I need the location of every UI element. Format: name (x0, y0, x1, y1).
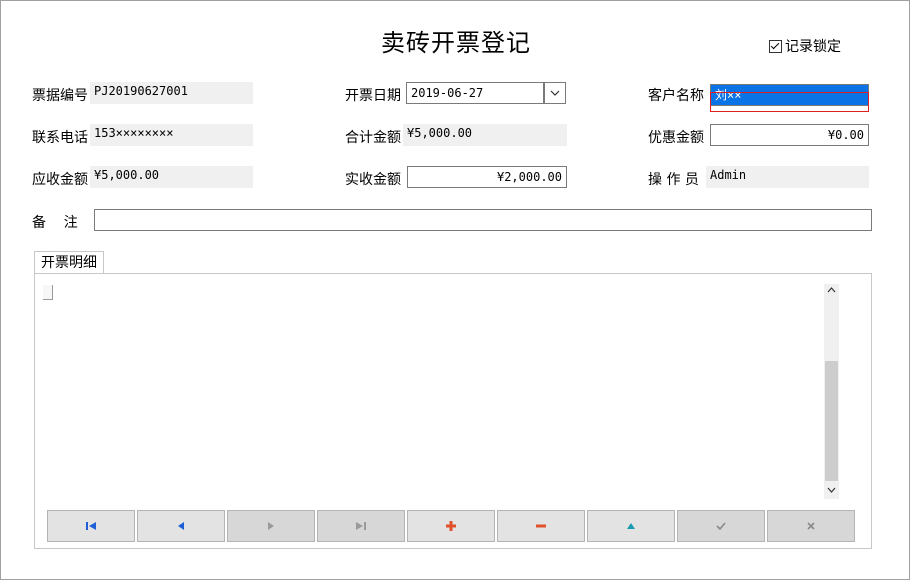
chevron-down-icon (550, 90, 560, 96)
total-amount-field[interactable]: ¥5,000.00 (403, 124, 567, 146)
row-indicator[interactable] (43, 285, 53, 300)
customer-value: 刘×× (715, 88, 742, 102)
edit-record-button[interactable] (587, 510, 675, 542)
last-record-button[interactable] (317, 510, 405, 542)
scroll-thumb[interactable] (825, 361, 838, 481)
date-dropdown-button[interactable] (544, 82, 566, 104)
received-input[interactable]: ¥2,000.00 (407, 166, 567, 188)
vertical-scrollbar[interactable] (824, 284, 839, 499)
details-panel (34, 273, 872, 549)
customer-input[interactable]: 刘×× (710, 84, 869, 106)
remark-input[interactable] (94, 209, 872, 231)
phone-label: 联系电话 (32, 130, 88, 146)
record-navigator (47, 510, 855, 544)
insert-record-button[interactable] (407, 510, 495, 542)
next-record-icon (268, 522, 274, 530)
cancel-record-button[interactable] (767, 510, 855, 542)
cancel-x-icon (807, 522, 815, 530)
post-record-button[interactable] (677, 510, 765, 542)
delete-record-button[interactable] (497, 510, 585, 542)
minus-icon (536, 524, 546, 528)
received-label: 实收金额 (345, 172, 401, 188)
bill-date-label: 开票日期 (345, 88, 401, 104)
tab-bill-details[interactable]: 开票明细 (34, 251, 104, 274)
operator-label: 操 作 员 (648, 172, 699, 188)
remark-label: 备 注 (32, 215, 78, 231)
scroll-down-icon[interactable] (824, 484, 839, 499)
customer-label: 客户名称 (648, 88, 704, 104)
window-frame: 卖砖开票登记 记录锁定 票据编号 PJ20190627001 开票日期 2019… (0, 0, 910, 580)
checkbox-box[interactable] (769, 39, 782, 53)
record-lock-label: 记录锁定 (785, 39, 841, 55)
receivable-label: 应收金额 (32, 172, 88, 188)
plus-icon (446, 521, 456, 531)
prior-record-icon (178, 522, 184, 530)
discount-label: 优惠金额 (648, 130, 704, 146)
scroll-up-icon[interactable] (824, 284, 839, 299)
bill-no-label: 票据编号 (32, 88, 88, 104)
receivable-field[interactable]: ¥5,000.00 (90, 166, 253, 188)
first-record-button[interactable] (47, 510, 135, 542)
record-lock-checkbox[interactable]: 记录锁定 (769, 36, 841, 56)
prior-record-button[interactable] (137, 510, 225, 542)
bill-no-field[interactable]: PJ20190627001 (90, 82, 253, 104)
discount-input[interactable]: ¥0.00 (710, 124, 869, 146)
phone-field[interactable]: 153×××××××× (90, 124, 253, 146)
last-record-icon (356, 522, 366, 530)
first-record-icon (86, 522, 96, 530)
operator-field[interactable]: Admin (706, 166, 869, 188)
edit-triangle-icon (627, 523, 635, 529)
check-icon (716, 522, 726, 530)
total-amount-label: 合计金额 (345, 130, 401, 146)
next-record-button[interactable] (227, 510, 315, 542)
bill-date-input[interactable]: 2019-06-27 (406, 82, 544, 104)
